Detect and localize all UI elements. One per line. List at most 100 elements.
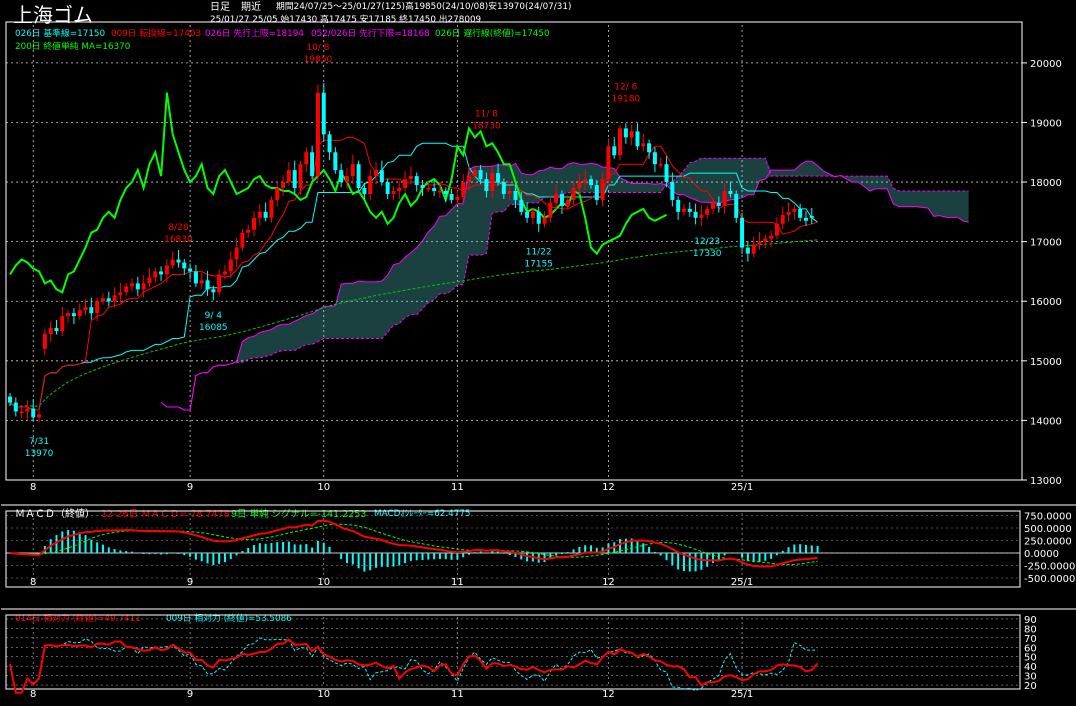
- candle-body: [554, 193, 559, 203]
- candle-body: [368, 176, 373, 194]
- annotation-date: 7/31: [29, 437, 49, 447]
- candle-body: [443, 190, 448, 194]
- candle-body: [606, 146, 611, 180]
- candle-body: [449, 193, 454, 200]
- macd-axis-label: 750.0000: [1024, 512, 1072, 523]
- candle-body: [623, 128, 628, 138]
- price-axis-label: 18000: [1030, 178, 1062, 189]
- candle-body: [397, 188, 402, 191]
- candle-body: [315, 92, 320, 177]
- candle-body: [728, 190, 733, 194]
- candle-body: [275, 188, 280, 200]
- candle-body: [472, 170, 477, 177]
- candle-body: [205, 280, 210, 290]
- candle-body: [159, 271, 164, 275]
- candle-body: [740, 217, 745, 248]
- candle-body: [519, 199, 524, 212]
- candle-body: [217, 274, 222, 293]
- annotation-value: 16830: [164, 235, 193, 245]
- candle-body: [774, 223, 779, 236]
- candle-body: [501, 182, 506, 194]
- macd-panel-frame: [5, 510, 1021, 588]
- candle-body: [327, 134, 332, 153]
- candle-body: [652, 152, 657, 165]
- candle-body: [321, 92, 326, 135]
- candle-body: [507, 190, 512, 194]
- candle-body: [769, 235, 774, 239]
- annotation-value: 19180: [612, 95, 641, 105]
- candle-body: [496, 173, 501, 183]
- candle-body: [618, 128, 623, 156]
- macd-x-axis-label: 12: [602, 577, 615, 588]
- candle-body: [716, 202, 721, 206]
- candle-body: [408, 176, 413, 180]
- candle-body: [722, 190, 727, 206]
- candle-body: [478, 170, 483, 180]
- rsi-x-axis-label: 10: [317, 689, 330, 700]
- candle-body: [350, 164, 355, 177]
- candle-body: [699, 214, 704, 218]
- candle-body: [786, 211, 791, 215]
- candle-body: [466, 176, 471, 183]
- candle-body: [757, 241, 762, 245]
- candle-body: [77, 310, 82, 317]
- macd-x-axis-label: 10: [317, 577, 330, 588]
- candle-body: [635, 131, 640, 147]
- candle-body: [780, 214, 785, 224]
- price-axis-label: 20000: [1030, 59, 1062, 70]
- candle-body: [513, 190, 518, 200]
- span-a-line: [160, 160, 969, 411]
- price-axis-label: 15000: [1030, 357, 1062, 368]
- candle-body: [803, 217, 808, 221]
- macd-axis-label: 0.0000: [1024, 549, 1059, 560]
- candle-body: [48, 328, 53, 335]
- annotation-date: 10/ 8: [306, 43, 329, 53]
- candle-body: [25, 408, 30, 412]
- annotation-date: 9/ 4: [205, 311, 223, 321]
- candle-body: [693, 211, 698, 218]
- candle-body: [647, 143, 652, 153]
- candle-body: [339, 170, 344, 183]
- candle-body: [414, 176, 419, 186]
- annotation-date: 11/22: [526, 247, 552, 257]
- price-panel-frame: [5, 21, 1023, 481]
- candle-body: [583, 179, 588, 183]
- annotation-value: 13970: [25, 449, 54, 459]
- candle-body: [228, 259, 233, 272]
- macd-x-axis-label: 9: [187, 577, 193, 588]
- candle-body: [252, 217, 257, 230]
- candle-body: [246, 229, 251, 233]
- rsi-panel-frame: [5, 614, 1021, 690]
- candle-body: [222, 271, 227, 275]
- macd-x-axis-label: 11: [451, 577, 464, 588]
- candle-body: [37, 414, 42, 418]
- candle-body: [798, 208, 803, 218]
- candle-body: [135, 283, 140, 290]
- candle-body: [542, 217, 547, 224]
- candle-body: [344, 176, 349, 183]
- candle-body: [484, 179, 489, 191]
- candle-body: [420, 185, 425, 189]
- macd-axis-label: 500.0000: [1024, 524, 1072, 535]
- candle-body: [164, 265, 169, 275]
- candle-body: [559, 193, 564, 206]
- rsi-9-line: [9, 637, 818, 694]
- candle-body: [687, 208, 692, 212]
- candle-body: [577, 182, 582, 189]
- candle-body: [124, 286, 129, 293]
- candle-body: [286, 170, 291, 183]
- candle-body: [19, 411, 24, 413]
- price-axis-label: 13000: [1030, 476, 1062, 487]
- candle-body: [571, 188, 576, 200]
- rsi-x-axis-label: 25/1: [731, 689, 753, 700]
- macd-x-axis-label: 8: [30, 577, 36, 588]
- candle-body: [705, 208, 710, 215]
- candle-body: [525, 211, 530, 218]
- candle-body: [13, 402, 18, 412]
- macd-axis-label: -250.0000: [1024, 562, 1075, 573]
- candle-body: [676, 199, 681, 212]
- candle-body: [374, 170, 379, 177]
- candle-body: [100, 298, 105, 302]
- macd-x-axis-label: 25/1: [731, 577, 753, 588]
- candle-body: [147, 277, 152, 284]
